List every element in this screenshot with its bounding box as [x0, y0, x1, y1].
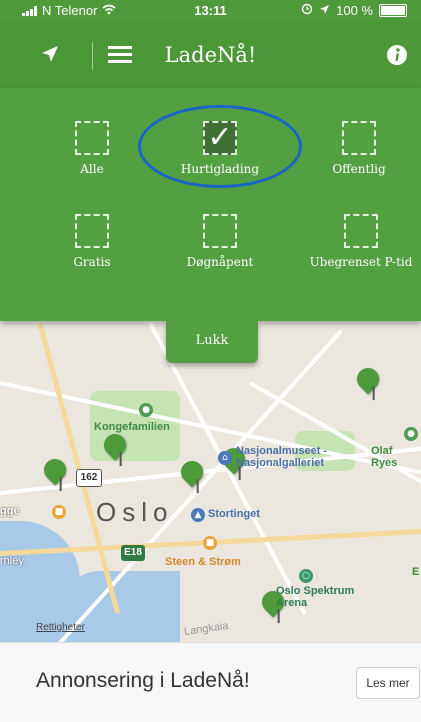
map-label-kongefamilien: Kongefamilien: [94, 421, 170, 433]
shopping-poi-icon: ■: [203, 536, 217, 550]
read-more-button[interactable]: Les mer: [356, 667, 420, 699]
road-e18-shield: E18: [121, 545, 145, 561]
filter-option-ubegrenset[interactable]: Ubegrenset P-tid: [309, 214, 413, 269]
arena-poi-icon: ○: [299, 569, 313, 583]
filter-label: Døgnåpent: [186, 255, 254, 269]
filter-option-dognapent[interactable]: Døgnåpent: [170, 214, 270, 269]
filter-option-alle[interactable]: Alle: [42, 121, 142, 176]
status-right: 100 %: [301, 3, 407, 18]
nav-bar: LadeNå!: [0, 22, 421, 88]
battery-icon: [379, 4, 407, 17]
app-title: LadeNå!: [164, 43, 257, 67]
map-view[interactable]: ● Kongefamilien ⌂ Nasjonalmuseet - Nasjo…: [0, 321, 421, 642]
road-162-shield: 162: [76, 469, 102, 487]
info-icon[interactable]: [386, 44, 408, 70]
map-label-spektrum: Oslo Spektrum Arena: [276, 585, 355, 609]
ad-banner[interactable]: Annonsering i LadeNå! Les mer: [0, 642, 421, 722]
close-filter-button[interactable]: Lukk: [166, 321, 258, 363]
filter-checkbox[interactable]: [344, 214, 378, 248]
map-label-nasjonalmuseet: Nasjonalmuseet - Nasjonalgalleriet: [236, 445, 328, 469]
map-label-city: Oslo: [96, 497, 174, 527]
filter-option-gratis[interactable]: Gratis: [42, 214, 142, 269]
filter-checkbox[interactable]: [75, 121, 109, 155]
map-road: [0, 381, 421, 475]
charging-station-pin[interactable]: [39, 454, 71, 486]
park-poi-icon: ●: [404, 427, 418, 441]
location-status-icon: [319, 3, 330, 18]
ad-text: Annonsering i LadeNå!: [36, 669, 250, 692]
map-label-fragment: gge: [0, 505, 20, 517]
landmark-poi-icon: ▲: [191, 508, 205, 522]
map-label-fragment: rnley: [0, 555, 24, 567]
filter-option-offentlig[interactable]: Offentlig: [309, 121, 409, 176]
shopping-poi-icon: ■: [52, 505, 66, 519]
charging-station-pin[interactable]: [352, 363, 384, 395]
status-bar: N Telenor 13:11 100 %: [0, 0, 421, 22]
filter-label: Ubegrenset P-tid: [309, 255, 413, 269]
filter-checkbox[interactable]: [203, 214, 237, 248]
filter-label: Offentlig: [332, 162, 386, 176]
filter-panel: Alle ✓ Hurtiglading Offentlig Gratis Døg…: [0, 88, 421, 321]
map-label-fragment: E: [412, 566, 420, 578]
filter-checkbox[interactable]: [75, 214, 109, 248]
map-label-olaf-ryes: Olaf Ryes: [371, 445, 398, 469]
map-label-stortinget: Stortinget: [208, 508, 260, 520]
filter-label: Alle: [80, 162, 104, 176]
filter-checkbox[interactable]: [342, 121, 376, 155]
battery-percent: 100 %: [336, 3, 373, 18]
museum-poi-icon: ⌂: [218, 451, 232, 465]
park-poi-icon: ●: [139, 403, 153, 417]
highlight-circle: [138, 105, 302, 188]
map-label-langkaia: Langkaia: [183, 619, 230, 639]
alarm-icon: [301, 3, 313, 18]
filter-label: Gratis: [73, 255, 111, 269]
map-legal-link[interactable]: Rettigheter: [36, 622, 85, 633]
map-label-steen-strom: Steen & Strøm: [165, 556, 241, 568]
